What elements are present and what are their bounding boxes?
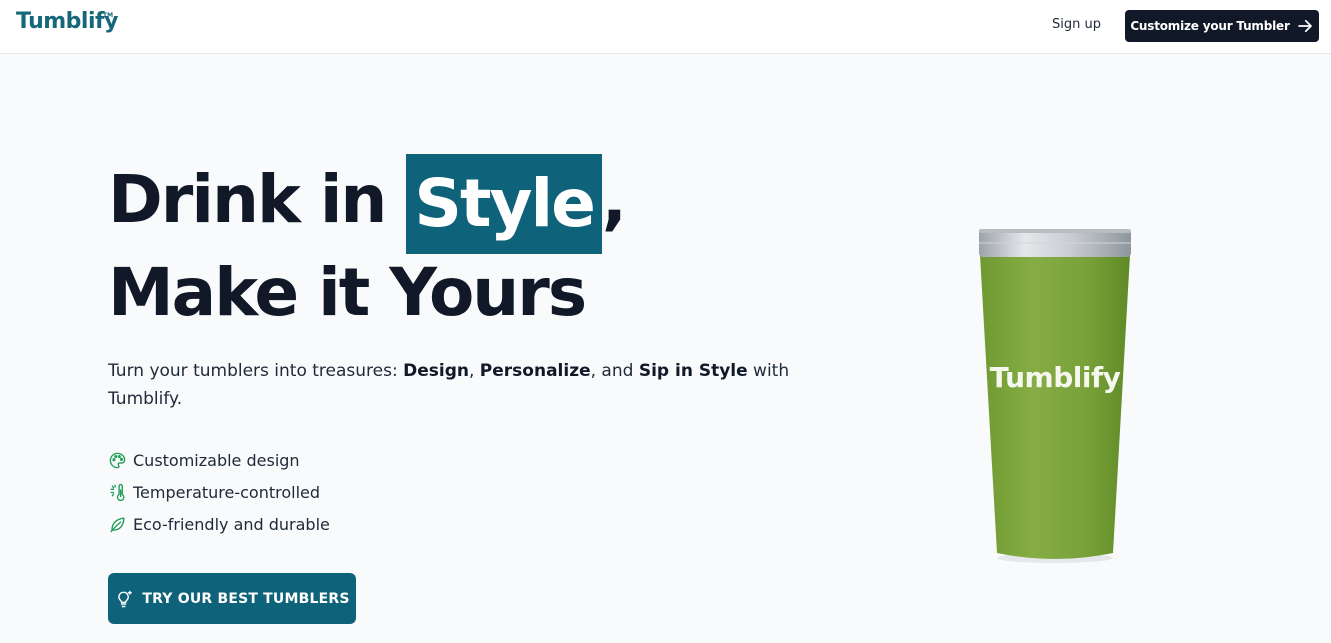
signup-link[interactable]: Sign up: [1052, 17, 1101, 32]
hero-subtitle: Turn your tumblers into treasures: Desig…: [108, 357, 808, 413]
headline-line2: Make it Yours: [108, 254, 587, 331]
subtitle-bold-personalize: Personalize: [479, 361, 591, 381]
feature-label: Customizable design: [133, 450, 300, 470]
leaf-icon: [110, 516, 125, 532]
subtitle-bold-design: Design: [403, 361, 469, 381]
try-best-tumblers-button[interactable]: TRY OUR BEST TUMBLERS: [108, 573, 356, 624]
customize-tumbler-button[interactable]: Customize your Tumbler: [1125, 10, 1319, 42]
subtitle-sep1: ,: [468, 361, 480, 381]
feature-item: Customizable design: [108, 444, 330, 476]
lightbulb-icon: [118, 590, 133, 607]
tumbler-brand-print: Tumblify: [989, 361, 1121, 394]
feature-label: Temperature-controlled: [133, 482, 321, 502]
subtitle-sep2: , and: [590, 361, 639, 381]
feature-item: Temperature-controlled: [108, 476, 330, 508]
hero-headline: Drink in Style, Make it Yours: [108, 150, 627, 336]
arrow-right-icon: [1297, 19, 1312, 33]
tumbler-product-image: [979, 229, 1131, 563]
headline-prefix: Drink in: [108, 161, 407, 238]
headline-comma: ,: [601, 161, 627, 238]
site-header: Tumblify TM Sign up Customize your Tumbl…: [0, 0, 1331, 54]
subtitle-bold-sip: Sip in Style: [638, 361, 748, 381]
palette-icon: [109, 452, 126, 468]
customize-tumbler-label: Customize your Tumbler: [1130, 19, 1290, 33]
feature-label: Eco-friendly and durable: [133, 514, 330, 534]
try-best-tumblers-label: TRY OUR BEST TUMBLERS: [142, 590, 350, 607]
thermometer-icon: [110, 483, 125, 501]
subtitle-part1: Turn your tumblers into treasures:: [108, 361, 404, 381]
feature-item: Eco-friendly and durable: [108, 508, 330, 540]
feature-list: Customizable design Temperature-controll…: [108, 444, 330, 540]
trademark-mark: TM: [103, 12, 114, 19]
headline-highlight: Style: [406, 154, 602, 254]
